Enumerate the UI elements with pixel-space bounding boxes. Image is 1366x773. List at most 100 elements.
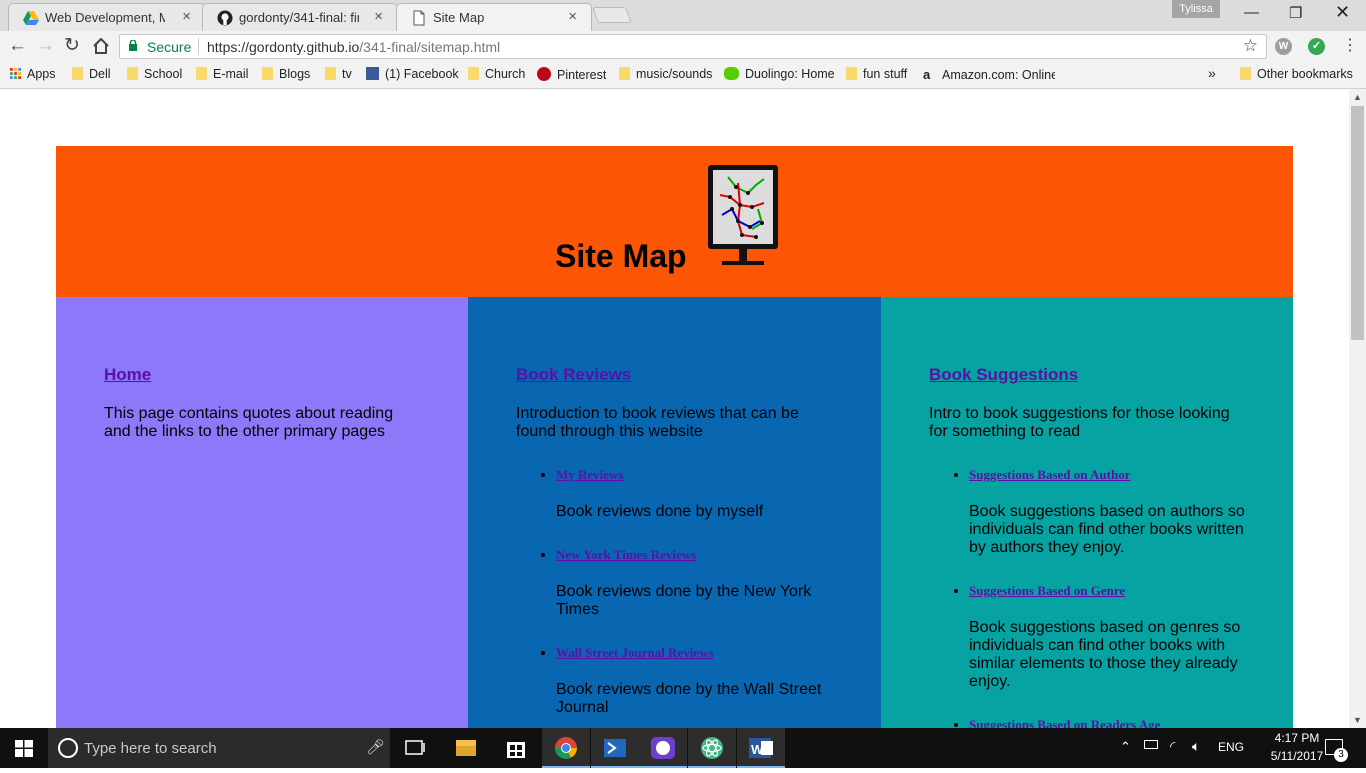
my-reviews-link[interactable]: My Reviews bbox=[556, 467, 624, 482]
search-placeholder: Type here to search bbox=[84, 740, 217, 757]
book-suggestions-link[interactable]: Book Suggestions bbox=[929, 365, 1078, 384]
atom-icon[interactable] bbox=[688, 728, 736, 768]
svg-text:W: W bbox=[751, 742, 764, 757]
bookmark-star-icon[interactable]: ☆ bbox=[1243, 36, 1258, 56]
folder-icon bbox=[325, 67, 336, 80]
battery-icon[interactable] bbox=[1144, 740, 1158, 749]
scroll-thumb[interactable] bbox=[1351, 106, 1364, 340]
scroll-up-icon[interactable]: ▲ bbox=[1353, 92, 1362, 102]
close-tab-icon[interactable]: × bbox=[182, 8, 191, 25]
bookmark-duolingo[interactable]: Duolingo: Home bbox=[724, 67, 835, 81]
bookmark-label: Other bookmarks bbox=[1257, 67, 1353, 81]
nyt-reviews-link[interactable]: New York Times Reviews bbox=[556, 547, 696, 562]
scroll-down-icon[interactable]: ▼ bbox=[1353, 715, 1362, 725]
chrome-icon[interactable] bbox=[542, 728, 590, 768]
bookmark-pinterest[interactable]: Pinterest bbox=[537, 67, 606, 82]
link-description: Book suggestions based on genres so indi… bbox=[969, 619, 1241, 690]
task-view-icon[interactable] bbox=[392, 728, 440, 768]
volume-icon[interactable]: 🔈︎ bbox=[1192, 738, 1200, 755]
link-description: Book reviews done by myself bbox=[556, 503, 764, 520]
taskbar-search[interactable]: Type here to search 🎤︎ bbox=[48, 728, 390, 768]
forward-icon[interactable]: → bbox=[36, 36, 55, 56]
language-indicator[interactable]: ENG bbox=[1218, 740, 1244, 754]
home-icon[interactable] bbox=[92, 38, 110, 54]
column-heading: Book Reviews bbox=[516, 365, 833, 385]
column-home: Home This page contains quotes about rea… bbox=[56, 297, 468, 728]
tab-github-repo[interactable]: gordonty/341-final: final × bbox=[202, 3, 398, 31]
bookmark-label: Amazon.com: Online bbox=[942, 68, 1055, 82]
folder-icon bbox=[196, 67, 207, 80]
clock-time[interactable]: 4:17 PM bbox=[1262, 731, 1332, 745]
new-tab-button[interactable] bbox=[592, 7, 632, 23]
author-suggestions-link[interactable]: Suggestions Based on Author bbox=[969, 467, 1130, 482]
page-icon bbox=[413, 10, 425, 26]
powershell-icon[interactable] bbox=[591, 728, 639, 768]
age-suggestions-link[interactable]: Suggestions Based on Readers Age bbox=[969, 717, 1160, 728]
notification-badge: 3 bbox=[1334, 748, 1348, 762]
bookmark-school[interactable]: School bbox=[127, 67, 182, 81]
windows-start-icon[interactable] bbox=[15, 740, 33, 757]
drive-icon bbox=[23, 11, 39, 25]
link-list: My Reviews Book reviews done by myself Ne… bbox=[516, 467, 833, 717]
wsj-reviews-link[interactable]: Wall Street Journal Reviews bbox=[556, 645, 714, 660]
bookmark-facebook[interactable]: (1) Facebook bbox=[366, 67, 459, 81]
extension-check-icon[interactable]: ✓ bbox=[1308, 38, 1325, 55]
tab-web-development[interactable]: Web Development, MAR × bbox=[8, 3, 206, 31]
github-desktop-icon[interactable] bbox=[639, 728, 687, 768]
windows-taskbar: Type here to search 🎤︎ W ⌃ ◜ 🔈︎ ENG 4:17… bbox=[0, 728, 1366, 768]
wifi-icon[interactable]: ◜ bbox=[1170, 738, 1175, 755]
browser-toolbar: ← → ↻ Secure https://gordonty.github.io/… bbox=[0, 31, 1366, 62]
apps-grid-icon bbox=[10, 68, 21, 79]
bookmark-music[interactable]: music/sounds bbox=[619, 67, 712, 81]
address-bar[interactable]: Secure https://gordonty.github.io/341-fi… bbox=[119, 34, 1267, 59]
profile-name[interactable]: Tylissa bbox=[1172, 0, 1220, 18]
folder-icon bbox=[262, 67, 273, 80]
bookmark-email[interactable]: E-mail bbox=[196, 67, 248, 81]
vertical-scrollbar[interactable]: ▲ ▼ bbox=[1349, 89, 1366, 728]
divider bbox=[198, 38, 199, 55]
other-bookmarks[interactable]: Other bookmarks bbox=[1240, 67, 1353, 81]
extension-w-icon[interactable]: W bbox=[1275, 38, 1292, 55]
tab-title: Web Development, MAR bbox=[45, 10, 165, 25]
word-icon[interactable]: W bbox=[737, 728, 785, 768]
bookmark-label: fun stuff bbox=[863, 67, 908, 81]
bookmarks-overflow-icon[interactable]: » bbox=[1208, 65, 1216, 81]
microphone-icon[interactable]: 🎤︎ bbox=[366, 738, 385, 756]
bookmark-fun-stuff[interactable]: fun stuff bbox=[846, 67, 907, 81]
bookmark-amazon[interactable]: a Amazon.com: Online bbox=[923, 67, 1055, 82]
clock-date[interactable]: 5/11/2017 bbox=[1262, 749, 1332, 763]
file-explorer-icon[interactable] bbox=[442, 728, 490, 768]
minimize-icon[interactable]: — bbox=[1244, 4, 1259, 21]
close-tab-icon[interactable]: × bbox=[568, 8, 577, 25]
page-title: Site Map bbox=[555, 238, 687, 274]
store-icon[interactable] bbox=[492, 728, 540, 768]
close-tab-icon[interactable]: × bbox=[374, 8, 383, 25]
book-reviews-link[interactable]: Book Reviews bbox=[516, 365, 631, 384]
close-window-icon[interactable]: ✕ bbox=[1335, 2, 1350, 23]
bookmark-church[interactable]: Church bbox=[468, 67, 525, 81]
back-icon[interactable]: ← bbox=[8, 36, 27, 56]
list-item: Wall Street Journal Reviews Book reviews … bbox=[556, 645, 833, 717]
genre-suggestions-link[interactable]: Suggestions Based on Genre bbox=[969, 583, 1125, 598]
url-text[interactable]: https://gordonty.github.io/341-final/sit… bbox=[207, 39, 500, 55]
bookmark-label: Pinterest bbox=[557, 68, 607, 82]
tab-site-map[interactable]: Site Map × bbox=[396, 3, 592, 31]
column-book-reviews: Book Reviews Introduction to book review… bbox=[468, 297, 881, 728]
reload-icon[interactable]: ↻ bbox=[64, 36, 80, 56]
restore-icon[interactable]: ❐ bbox=[1289, 4, 1302, 22]
pinterest-icon bbox=[537, 67, 551, 81]
home-link[interactable]: Home bbox=[104, 365, 151, 384]
cortana-icon bbox=[58, 738, 78, 758]
bookmark-dell[interactable]: Dell bbox=[72, 67, 111, 81]
bookmark-label: E-mail bbox=[213, 67, 249, 81]
bookmark-apps[interactable]: Apps bbox=[10, 67, 56, 81]
folder-icon bbox=[127, 67, 138, 80]
tray-chevron-icon[interactable]: ⌃ bbox=[1120, 739, 1131, 755]
bookmark-tv[interactable]: tv bbox=[325, 67, 352, 81]
bookmark-blogs[interactable]: Blogs bbox=[262, 67, 310, 81]
bookmark-label: (1) Facebook bbox=[385, 67, 459, 81]
folder-icon bbox=[846, 67, 857, 80]
menu-icon[interactable]: ⋮ bbox=[1342, 36, 1358, 56]
bookmarks-bar: Apps Dell School E-mail Blogs tv (1) Fac… bbox=[0, 62, 1366, 89]
column-intro: Introduction to book reviews that can be… bbox=[516, 405, 799, 440]
